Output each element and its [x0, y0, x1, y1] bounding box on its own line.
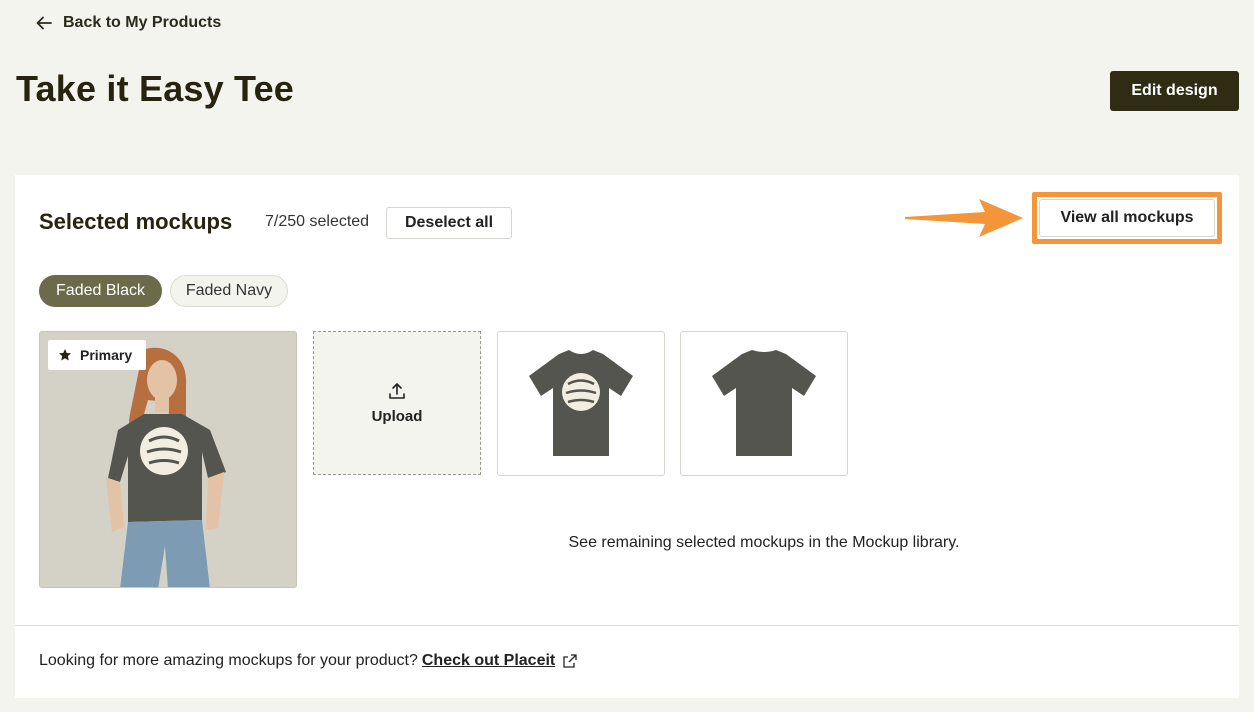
back-link-label: Back to My Products	[63, 14, 222, 31]
selected-count: 7/250 selected	[265, 213, 370, 230]
back-to-products-link[interactable]: Back to My Products	[35, 14, 221, 32]
color-chip-faded-black[interactable]: Faded Black	[39, 275, 162, 307]
edit-design-button[interactable]: Edit design	[1110, 71, 1239, 111]
upload-tile[interactable]: Upload	[313, 331, 481, 475]
tshirt-back-image	[712, 349, 816, 456]
upload-label: Upload	[371, 407, 423, 425]
page-title: Take it Easy Tee	[16, 68, 295, 109]
remaining-mockups-message: See remaining selected mockups in the Mo…	[568, 534, 960, 551]
placeit-promo: Looking for more amazing mockups for you…	[39, 652, 577, 670]
model-photo-image	[40, 332, 296, 587]
star-icon	[59, 349, 71, 361]
divider	[15, 625, 1239, 626]
arrow-left-icon	[36, 16, 52, 30]
color-chip-faded-navy[interactable]: Faded Navy	[170, 275, 288, 307]
mockup-tile-front[interactable]	[497, 331, 665, 476]
section-title: Selected mockups	[39, 209, 233, 234]
deselect-all-button[interactable]: Deselect all	[386, 207, 512, 239]
primary-badge: Primary	[48, 340, 147, 370]
placeit-prompt: Looking for more amazing mockups for you…	[39, 652, 418, 669]
primary-mockup-tile[interactable]: Primary	[39, 331, 297, 588]
placeit-link[interactable]: Check out Placeit	[422, 652, 555, 670]
view-all-mockups-button[interactable]: View all mockups	[1039, 199, 1215, 237]
mockups-card: Selected mockups 7/250 selected Deselect…	[15, 175, 1239, 698]
upload-icon	[389, 382, 405, 399]
mockup-tile-back[interactable]	[680, 331, 848, 476]
tshirt-front-image	[529, 349, 633, 456]
external-link-icon	[563, 654, 577, 668]
primary-badge-label: Primary	[80, 347, 133, 363]
annotation-arrow-icon	[905, 199, 1023, 237]
